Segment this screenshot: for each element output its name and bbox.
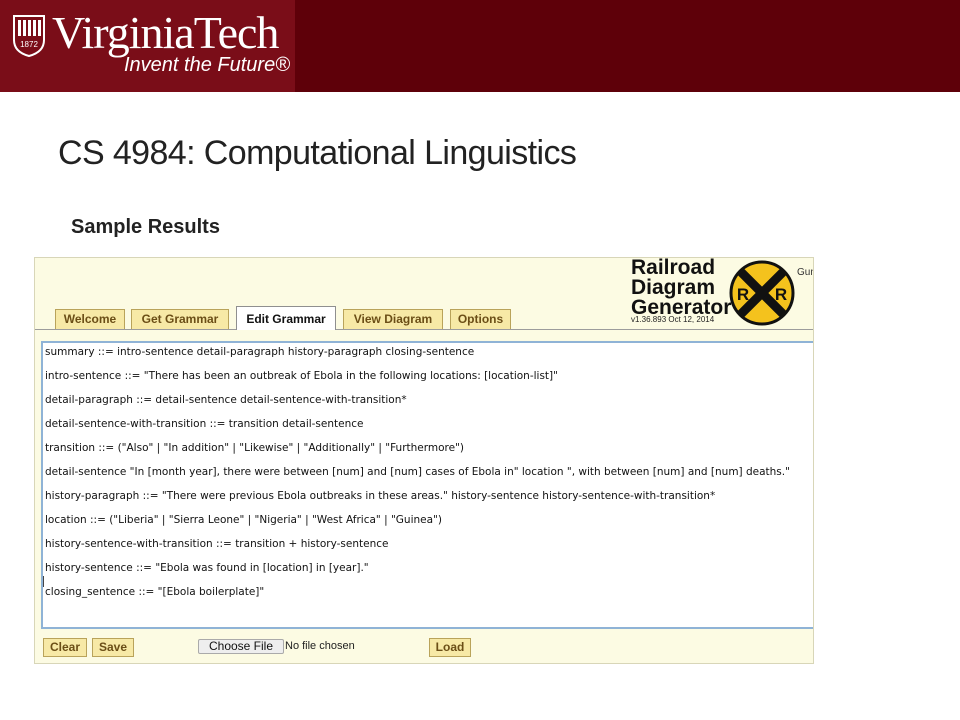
tab-options[interactable]: Options <box>450 309 511 329</box>
logo-wordmark: VirginiaTech <box>52 7 279 58</box>
grammar-line: history-sentence ::= "Ebola was found in… <box>45 562 369 574</box>
slide-title: CS 4984: Computational Linguistics <box>58 134 577 172</box>
app-title-line-2: Diagram <box>631 276 716 299</box>
load-button[interactable]: Load <box>429 638 471 657</box>
tab-view-diagram[interactable]: View Diagram <box>343 309 443 329</box>
grammar-line: location ::= ("Liberia" | "Sierra Leone"… <box>45 514 442 526</box>
truncated-header-text: Gun <box>797 267 813 278</box>
logo-tagline: Invent the Future® <box>124 54 290 76</box>
grammar-line: detail-sentence "In [month year], there … <box>45 466 790 478</box>
app-version: v1.36.893 Oct 12, 2014 <box>631 315 715 324</box>
grammar-line: history-sentence-with-transition ::= tra… <box>45 538 389 550</box>
railroad-diagram-app: Railroad Diagram Generator v1.36.893 Oct… <box>34 257 814 664</box>
file-status-text: No file chosen <box>285 640 355 652</box>
grammar-editor[interactable]: summary ::= intro-sentence detail-paragr… <box>41 341 813 629</box>
clear-button[interactable]: Clear <box>43 638 87 657</box>
logo-year: 1872 <box>20 40 38 49</box>
app-title: Railroad Diagram Generator <box>631 258 731 318</box>
tab-welcome[interactable]: Welcome <box>55 309 125 329</box>
grammar-line: detail-sentence-with-transition ::= tran… <box>45 418 364 430</box>
choose-file-button[interactable]: Choose File <box>198 639 284 654</box>
grammar-line: summary ::= intro-sentence detail-paragr… <box>45 346 475 358</box>
app-title-line-1: Railroad <box>631 257 716 279</box>
railroad-crossing-icon: R R <box>729 260 795 326</box>
tab-get-grammar[interactable]: Get Grammar <box>131 309 229 329</box>
section-heading: Sample Results <box>71 216 220 238</box>
tab-bar-divider <box>35 329 813 330</box>
grammar-line: transition ::= ("Also" | "In addition" |… <box>45 442 465 454</box>
shield-icon: 1872 <box>13 15 45 58</box>
tab-edit-grammar[interactable]: Edit Grammar <box>236 306 336 330</box>
logo-letter-right: R <box>775 285 787 304</box>
text-caret <box>43 576 44 587</box>
grammar-line: intro-sentence ::= "There has been an ou… <box>45 370 558 382</box>
grammar-line: detail-paragraph ::= detail-sentence det… <box>45 394 407 406</box>
virginia-tech-logo: 1872 VirginiaTech Invent the Future® <box>0 0 295 92</box>
grammar-line: history-paragraph ::= "There were previo… <box>45 490 716 502</box>
save-button[interactable]: Save <box>92 638 134 657</box>
logo-letter-left: R <box>737 285 749 304</box>
grammar-line: closing_sentence ::= "[Ebola boilerplate… <box>45 586 265 598</box>
